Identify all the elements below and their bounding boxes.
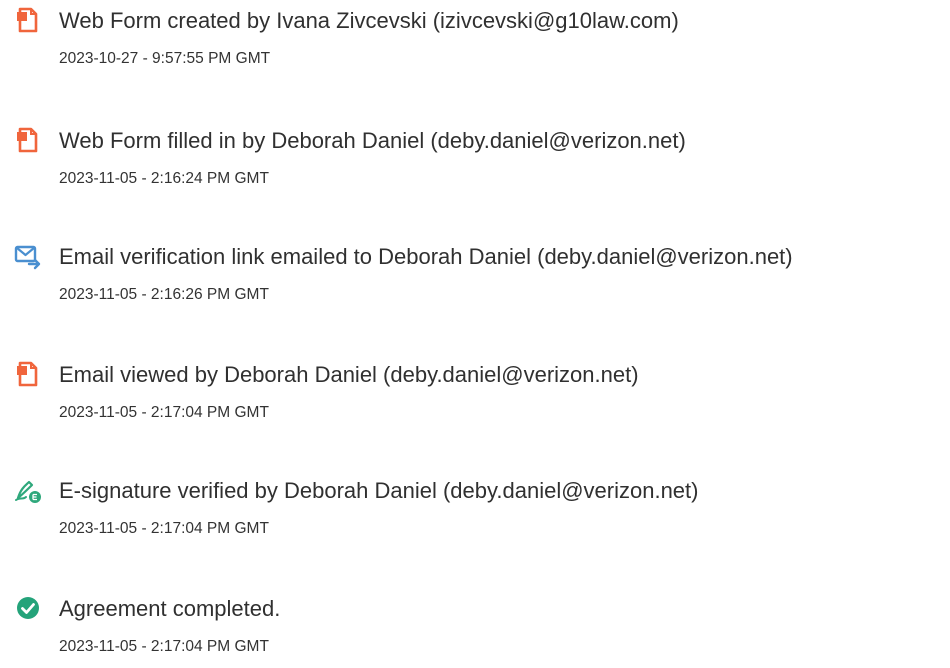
event-timestamp: 2023-11-05 - 2:17:04 PM GMT bbox=[59, 520, 269, 537]
esignature-icon bbox=[14, 476, 42, 504]
event-timestamp: 2023-11-05 - 2:16:26 PM GMT bbox=[59, 286, 269, 303]
history-event: Email verification link emailed to Debor… bbox=[0, 236, 950, 316]
email-send-icon bbox=[14, 242, 42, 270]
event-timestamp: 2023-11-05 - 2:17:04 PM GMT bbox=[59, 638, 269, 655]
history-event: Agreement completed. 2023-11-05 - 2:17:0… bbox=[0, 588, 950, 668]
history-event: Web Form filled in by Deborah Daniel (de… bbox=[0, 120, 950, 200]
event-description: Web Form filled in by Deborah Daniel (de… bbox=[59, 128, 686, 153]
history-event: E-signature verified by Deborah Daniel (… bbox=[0, 470, 950, 550]
event-timestamp: 2023-11-05 - 2:17:04 PM GMT bbox=[59, 404, 269, 421]
history-event: Web Form created by Ivana Zivcevski (izi… bbox=[0, 0, 950, 80]
event-timestamp: 2023-11-05 - 2:16:24 PM GMT bbox=[59, 170, 269, 187]
document-icon bbox=[14, 6, 42, 34]
event-description: Email viewed by Deborah Daniel (deby.dan… bbox=[59, 362, 639, 387]
document-icon bbox=[14, 126, 42, 154]
checkmark-icon bbox=[14, 594, 42, 622]
event-timestamp: 2023-10-27 - 9:57:55 PM GMT bbox=[59, 50, 271, 67]
event-description: Agreement completed. bbox=[59, 596, 281, 621]
history-event: Email viewed by Deborah Daniel (deby.dan… bbox=[0, 354, 950, 434]
event-description: Web Form created by Ivana Zivcevski (izi… bbox=[59, 8, 679, 33]
event-description: Email verification link emailed to Debor… bbox=[59, 244, 793, 269]
event-description: E-signature verified by Deborah Daniel (… bbox=[59, 478, 699, 503]
document-icon bbox=[14, 360, 42, 388]
